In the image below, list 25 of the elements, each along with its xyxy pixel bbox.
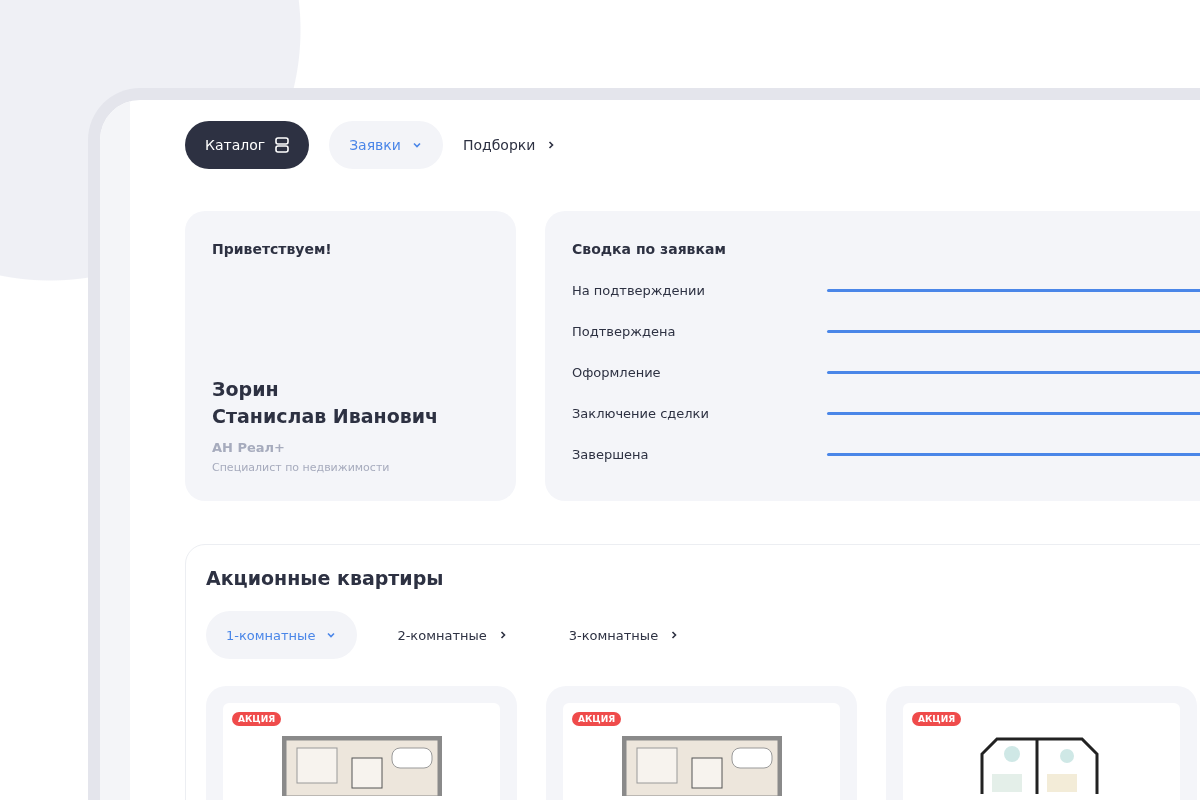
room-tab[interactable]: 1-комнатные bbox=[206, 611, 358, 659]
nav-button[interactable]: Подборки bbox=[462, 121, 558, 169]
room-tab[interactable]: 2-комнатные bbox=[377, 611, 529, 659]
stacked-layers-icon bbox=[275, 137, 290, 153]
status-label: На подтверждении bbox=[572, 283, 706, 298]
apartment-card[interactable]: АКЦИЯ bbox=[546, 686, 857, 800]
apartment-card[interactable]: АКЦИЯ bbox=[886, 686, 1197, 800]
nav-button[interactable]: Каталог bbox=[185, 121, 310, 169]
status-label: Оформление bbox=[572, 365, 662, 380]
section-title: Акционные квартиры bbox=[206, 567, 445, 589]
status-label: Подтверждена bbox=[572, 324, 677, 339]
agency-name: АН Реал+ bbox=[212, 440, 286, 455]
promo-badge: АКЦИЯ bbox=[572, 712, 622, 726]
apartment-card[interactable]: АКЦИЯ bbox=[206, 686, 517, 800]
status-label: Завершена bbox=[572, 447, 650, 462]
summary-title: Сводка по заявкам bbox=[572, 241, 727, 257]
room-tab[interactable]: 3-комнатные bbox=[548, 611, 701, 659]
greeting-title: Приветствуем! bbox=[212, 241, 333, 257]
promo-badge: АКЦИЯ bbox=[912, 712, 962, 726]
user-name: Станислав Иванович bbox=[212, 404, 440, 429]
promo-badge: АКЦИЯ bbox=[232, 712, 282, 726]
nav-button[interactable]: Заявки bbox=[329, 121, 443, 169]
user-surname: Зорин bbox=[212, 377, 280, 402]
user-role: Специалист по недвижимости bbox=[212, 461, 391, 474]
status-label: Заключение сделки bbox=[572, 406, 710, 421]
